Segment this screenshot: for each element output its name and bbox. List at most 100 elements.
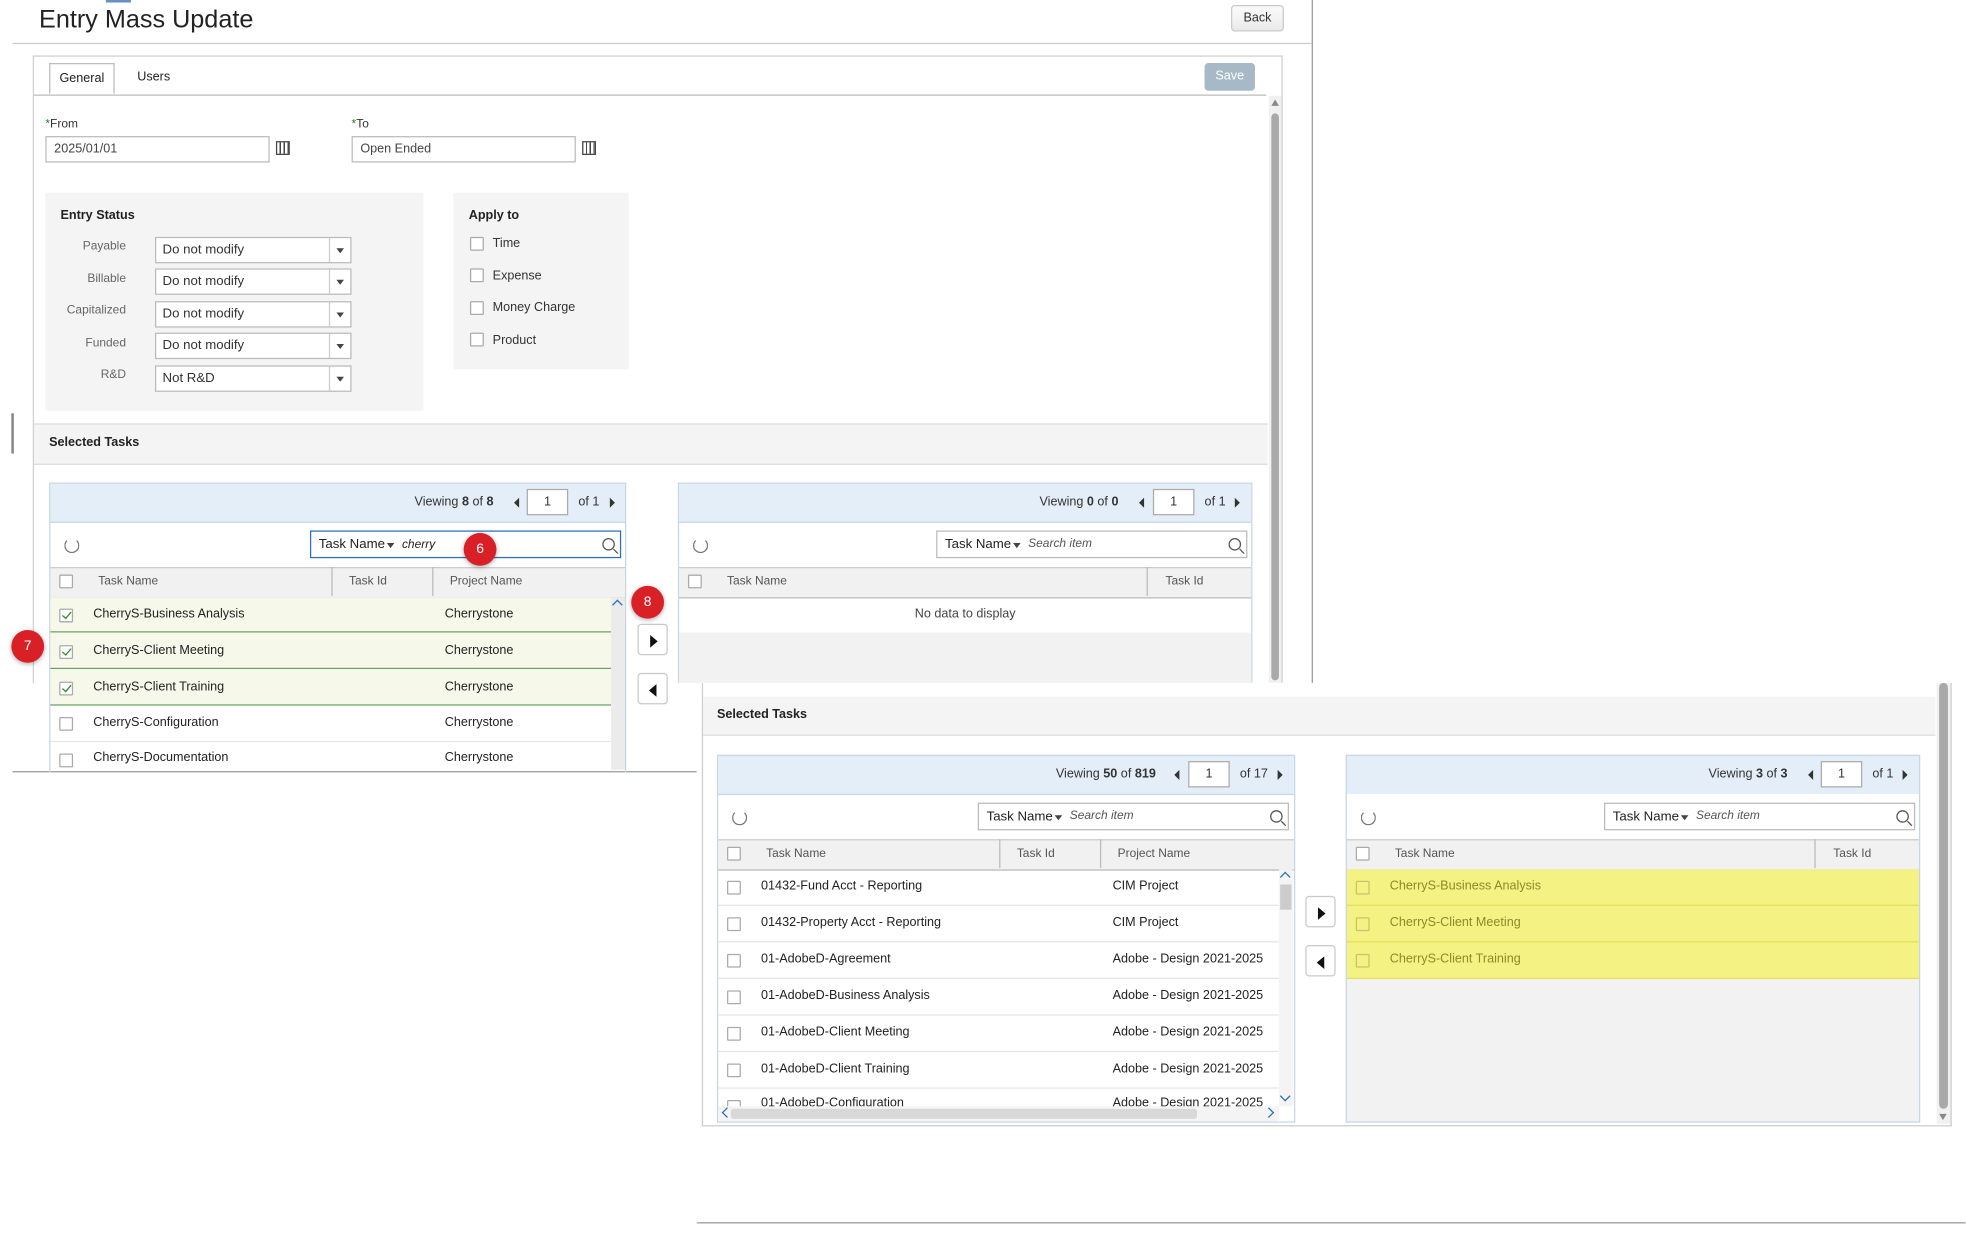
table-row[interactable]: CherryS-Business Analysis Cherrystone — [50, 597, 612, 633]
search-filter-label[interactable]: Task Name — [945, 537, 1011, 552]
search-icon[interactable] — [602, 538, 615, 551]
row-checkbox[interactable] — [59, 608, 74, 623]
refresh-icon[interactable] — [1360, 810, 1376, 826]
to-date-input[interactable]: Open Ended — [351, 136, 576, 163]
prev-page-icon[interactable] — [1174, 769, 1180, 780]
selected-search-box[interactable]: Task Name Search item — [1603, 802, 1916, 831]
row-checkbox[interactable] — [727, 880, 741, 895]
search-filter-label[interactable]: Task Name — [987, 809, 1053, 824]
to-calendar-icon[interactable] — [582, 141, 596, 155]
table-row[interactable]: 01-AdobeD-Configuration Adobe - Design 20… — [718, 1089, 1279, 1108]
from-date-input[interactable]: 2025/01/01 — [45, 136, 270, 163]
available-search-input[interactable]: Search item — [1070, 809, 1134, 823]
save-button[interactable]: Save — [1204, 63, 1255, 91]
available-grid-scroll-thumb[interactable] — [1280, 884, 1292, 910]
move-left-button[interactable] — [637, 672, 668, 705]
back-button[interactable]: Back — [1231, 5, 1284, 32]
row-checkbox[interactable] — [727, 1026, 741, 1041]
table-row[interactable]: 01432-Property Acct - Reporting CIM Proje… — [718, 906, 1279, 943]
table-row[interactable]: CherryS-Client Meeting — [1346, 905, 1919, 943]
refresh-icon[interactable] — [693, 538, 709, 554]
row-checkbox[interactable] — [727, 953, 741, 968]
search-icon[interactable] — [1270, 810, 1283, 823]
scroll-down-icon[interactable] — [1939, 1113, 1947, 1121]
available-page-input[interactable]: 1 — [526, 488, 569, 516]
filter-dropdown-icon[interactable] — [1054, 815, 1063, 821]
row-checkbox[interactable] — [59, 716, 74, 731]
table-row[interactable]: 01-AdobeD-Business Analysis Adobe - Desig… — [718, 979, 1279, 1016]
table-row[interactable]: 01-AdobeD-Client Training Adobe - Design … — [718, 1052, 1279, 1089]
search-icon[interactable] — [1896, 810, 1909, 823]
select-all-checkbox[interactable] — [727, 846, 741, 861]
prev-page-icon[interactable] — [1139, 497, 1145, 508]
table-row[interactable]: 01-AdobeD-Client Meeting Adobe - Design 2… — [718, 1016, 1279, 1053]
row-checkbox[interactable] — [727, 1063, 741, 1078]
table-row[interactable]: 01432-Fund Acct - Reporting CIM Project — [718, 869, 1279, 906]
row-checkbox[interactable] — [1355, 917, 1370, 932]
row-checkbox[interactable] — [727, 990, 741, 1005]
col-task-id[interactable]: Task Id — [1166, 575, 1204, 589]
refresh-icon[interactable] — [64, 538, 80, 554]
filter-dropdown-icon[interactable] — [1680, 815, 1689, 821]
filter-dropdown-icon[interactable] — [386, 543, 395, 549]
row-checkbox[interactable] — [59, 645, 74, 659]
select-all-checkbox[interactable] — [59, 574, 74, 589]
scroll-up-icon[interactable] — [1271, 99, 1279, 106]
apply-expense-checkbox[interactable] — [469, 268, 484, 283]
col-task-id[interactable]: Task Id — [349, 575, 387, 589]
prev-page-icon[interactable] — [514, 497, 520, 508]
move-right-button[interactable] — [1305, 895, 1336, 928]
selected-search-input[interactable]: Search item — [1696, 809, 1760, 823]
row-checkbox[interactable] — [1355, 880, 1370, 895]
col-task-name[interactable]: Task Name — [727, 575, 787, 589]
col-task-name[interactable]: Task Name — [1395, 847, 1455, 861]
search-filter-label[interactable]: Task Name — [319, 537, 385, 552]
available-page-input[interactable]: 1 — [1188, 761, 1230, 788]
refresh-icon[interactable] — [732, 810, 748, 826]
horizontal-scroll-thumb[interactable] — [730, 1108, 1197, 1119]
apply-time-checkbox[interactable] — [469, 236, 484, 251]
search-icon[interactable] — [1228, 538, 1242, 551]
move-left-button[interactable] — [1305, 945, 1336, 977]
next-page-icon[interactable] — [1234, 497, 1240, 508]
next-page-icon[interactable] — [609, 497, 615, 508]
form-scroll-thumb[interactable] — [1271, 113, 1279, 681]
row-checkbox[interactable] — [59, 753, 74, 768]
apply-product-checkbox[interactable] — [469, 332, 484, 347]
selected-search-box[interactable]: Task Name Search item — [936, 530, 1248, 559]
capitalized-select[interactable]: Do not modify — [154, 301, 352, 328]
rnd-select[interactable]: Not R&D — [154, 365, 352, 392]
selected-page-input[interactable]: 1 — [1152, 488, 1195, 516]
selected-search-input[interactable]: Search item — [1028, 537, 1092, 551]
prev-page-icon[interactable] — [1808, 769, 1814, 780]
table-row[interactable]: CherryS-Configuration Cherrystone — [50, 706, 612, 743]
search-filter-label[interactable]: Task Name — [1613, 809, 1679, 824]
table-row[interactable]: CherryS-Documentation Cherrystone — [50, 742, 611, 770]
col-task-id[interactable]: Task Id — [1017, 847, 1055, 861]
tab-users[interactable]: Users — [127, 63, 180, 95]
apply-money-charge-checkbox[interactable] — [469, 301, 484, 315]
select-all-checkbox[interactable] — [1355, 846, 1370, 861]
table-row[interactable]: CherryS-Client Training Cherrystone — [50, 669, 612, 706]
selected-page-input[interactable]: 1 — [1820, 761, 1863, 788]
select-all-checkbox[interactable] — [687, 574, 702, 589]
row-checkbox[interactable] — [1355, 953, 1370, 968]
col-task-name[interactable]: Task Name — [98, 575, 158, 589]
next-page-icon[interactable] — [1902, 769, 1908, 780]
tab-general[interactable]: General — [49, 63, 115, 95]
available-search-input[interactable]: cherry — [402, 538, 435, 552]
table-row[interactable]: 01-AdobeD-Agreement Adobe - Design 2021-2… — [718, 942, 1279, 980]
col-task-id[interactable]: Task Id — [1833, 847, 1871, 861]
table-row[interactable]: CherryS-Business Analysis — [1346, 869, 1919, 906]
row-checkbox[interactable] — [727, 917, 741, 932]
filter-dropdown-icon[interactable] — [1013, 543, 1021, 549]
from-calendar-icon[interactable] — [275, 141, 290, 155]
col-project-name[interactable]: Project Name — [450, 575, 523, 589]
available-search-box[interactable]: Task Name Search item — [977, 802, 1289, 831]
col-project-name[interactable]: Project Name — [1118, 847, 1191, 861]
payable-select[interactable]: Do not modify — [154, 236, 352, 264]
row-checkbox[interactable] — [59, 681, 74, 696]
step2-scroll-thumb[interactable] — [1939, 682, 1948, 1109]
billable-select[interactable]: Do not modify — [154, 268, 352, 295]
move-right-button[interactable] — [637, 623, 668, 656]
